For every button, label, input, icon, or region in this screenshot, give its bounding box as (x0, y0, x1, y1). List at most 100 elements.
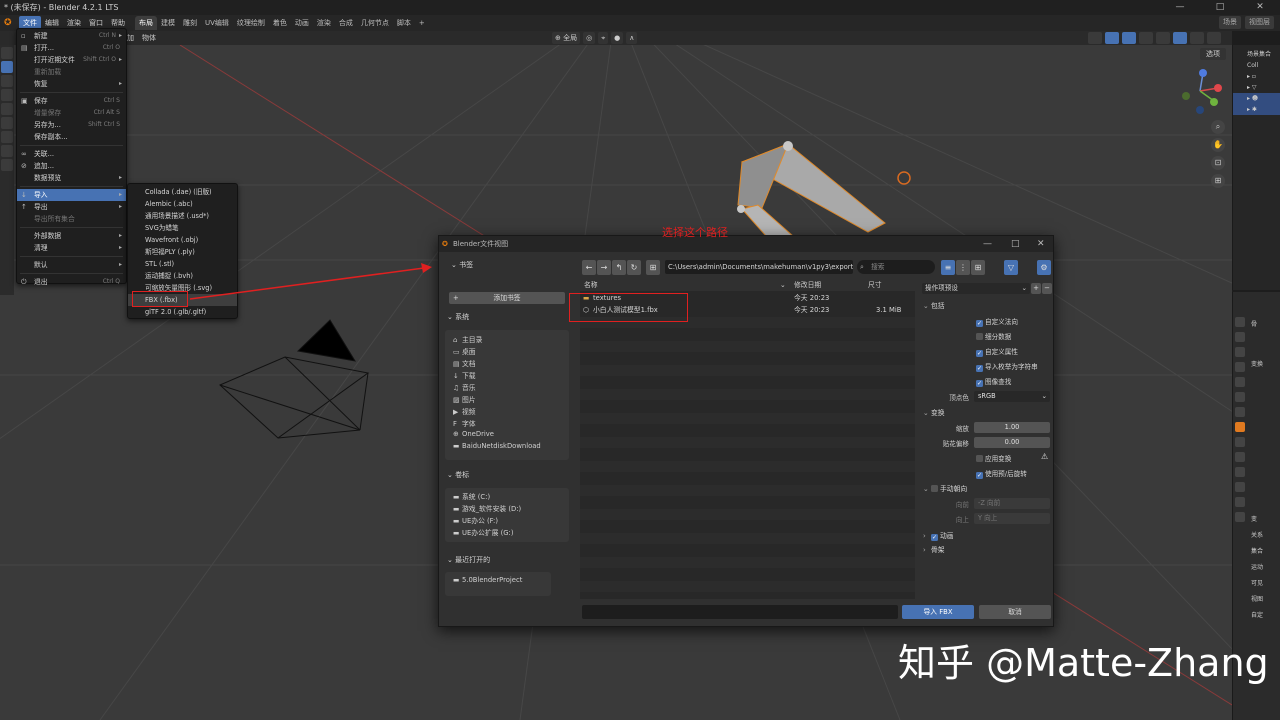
section-transform[interactable]: ⌄ 变换 (923, 407, 945, 417)
particles-tab-icon[interactable] (1235, 452, 1245, 462)
file-menu-item[interactable]: 清理 ▸ (17, 242, 126, 254)
data-tab-icon[interactable] (1235, 497, 1245, 507)
column-size[interactable]: 尺寸 (868, 279, 882, 291)
outliner-row-collection[interactable]: Coll (1233, 60, 1280, 71)
system-location-item[interactable]: ♫ 音乐 (453, 382, 476, 392)
horizontal-list-view-icon[interactable]: ⋮ (956, 260, 970, 275)
file-menu-item[interactable]: ▫ 新建 Ctrl N ▸ (17, 30, 126, 42)
scene-selector[interactable]: 场景 (1219, 16, 1241, 29)
decal-offset-field[interactable]: 0.00 (974, 437, 1050, 448)
workspace-tab-texture-paint[interactable]: 纹理绘制 (233, 16, 269, 30)
view-layer-tab-icon[interactable] (1235, 362, 1245, 372)
import-menu-item[interactable]: glTF 2.0 (.glb/.gltf) (128, 306, 237, 318)
section-manual-orientation[interactable]: ⌄ 手动朝向 (923, 483, 967, 493)
pan-hand-icon[interactable]: ✋ (1211, 138, 1225, 152)
outliner-row[interactable]: ▸ ▫ (1233, 71, 1280, 82)
recent-header[interactable]: ⌄ 最近打开的 (447, 555, 490, 565)
section-animation[interactable]: › ✓ 动画 (923, 530, 954, 541)
outliner-row[interactable]: ▸ ▽ (1233, 82, 1280, 93)
import-menu-item[interactable]: 运动捕捉 (.bvh) (128, 270, 237, 282)
render-tab-icon[interactable] (1235, 332, 1245, 342)
physics-tab-icon[interactable] (1235, 467, 1245, 477)
section-armature[interactable]: › 骨架 (923, 544, 945, 554)
falloff-icon[interactable]: ∧ (626, 32, 638, 44)
workspace-tab-uv-editing[interactable]: UV编辑 (201, 16, 233, 30)
remove-preset-button[interactable]: − (1042, 283, 1052, 294)
view-layer-selector[interactable]: 视图层 (1245, 16, 1274, 29)
workspace-tab-shading[interactable]: 着色 (269, 16, 291, 30)
new-folder-button[interactable]: ⊞ (646, 260, 660, 275)
constraints-tab-icon[interactable] (1235, 482, 1245, 492)
outliner-row-scene-collection[interactable]: 场景集合 (1233, 49, 1280, 60)
props-section-relations[interactable]: 关系 (1251, 530, 1263, 539)
include-checkbox[interactable]: ✓ 图像查找 (976, 376, 1011, 387)
props-section-transform[interactable]: 变换 (1251, 359, 1263, 368)
object-tab-icon[interactable] (1235, 422, 1245, 432)
workspace-tab-geometry-nodes[interactable]: 几何节点 (357, 16, 393, 30)
system-location-item[interactable]: F 字体 (453, 418, 476, 428)
pre-post-rotation-checkbox[interactable]: ✓ 使用预/后旋转 (976, 468, 1027, 479)
forward-button[interactable]: → (597, 260, 611, 275)
add-workspace-button[interactable]: + (415, 16, 429, 30)
filename-input[interactable] (582, 605, 898, 619)
file-menu-item[interactable]: ⏻ 退出 Ctrl Q (17, 276, 126, 288)
directory-path-input[interactable]: C:\Users\admin\Documents\makehuman\v1py3… (665, 260, 853, 274)
modifier-tab-icon[interactable] (1235, 437, 1245, 447)
tool-measure-icon[interactable] (1, 145, 13, 157)
workspace-tab-animation[interactable]: 动画 (291, 16, 313, 30)
file-menu-item[interactable]: 外部数据 ▸ (17, 230, 126, 242)
system-location-item[interactable]: ▨ 图片 (453, 394, 476, 404)
scale-field[interactable]: 1.00 (974, 422, 1050, 433)
file-menu-item[interactable]: ↓ 导入 ▸ (17, 189, 126, 201)
recent-item[interactable]: ▬ 5.0BlenderProject (453, 576, 522, 584)
add-bookmark-button[interactable]: + 添加书签 (449, 292, 565, 304)
refresh-button[interactable]: ↻ (627, 260, 641, 275)
rendered-shading-icon[interactable] (1207, 32, 1221, 44)
operator-preset-dropdown[interactable]: 操作项预设 ⌄ (922, 283, 1030, 294)
system-location-item[interactable]: ▶ 视频 (453, 406, 476, 416)
parent-dir-button[interactable]: ↰ (612, 260, 626, 275)
xray-icon[interactable] (1139, 32, 1153, 44)
transform-orientation-dropdown[interactable]: ⊕ 全局 (552, 32, 581, 44)
file-menu-item[interactable]: ⊘ 追加... (17, 160, 126, 172)
import-menu-item[interactable]: STL (.stl) (128, 258, 237, 270)
vertical-list-view-icon[interactable]: ≡ (941, 260, 955, 275)
import-menu-item[interactable]: 斯坦福PLY (.ply) (128, 246, 237, 258)
gizmo-icon[interactable] (1105, 32, 1119, 44)
column-date[interactable]: 修改日期 (794, 279, 821, 291)
workspace-tab-sculpting[interactable]: 雕刻 (179, 16, 201, 30)
tool-select-icon[interactable] (1, 47, 13, 59)
dialog-maximize-button[interactable]: □ (1011, 236, 1020, 252)
workspace-tab-scripting[interactable]: 脚本 (393, 16, 415, 30)
world-tab-icon[interactable] (1235, 392, 1245, 402)
outliner-row-selected[interactable]: ▸ ✱ (1233, 104, 1280, 115)
minimize-button[interactable]: — (1160, 0, 1200, 15)
system-location-item[interactable]: ⌂ 主目录 (453, 334, 482, 344)
navigation-gizmo[interactable] (1182, 69, 1222, 114)
props-section-collections[interactable]: 集合 (1251, 546, 1263, 555)
viewport-menu-object[interactable]: 物体 (138, 33, 160, 43)
tool-move-icon[interactable] (1, 75, 13, 87)
back-button[interactable]: ← (582, 260, 596, 275)
props-section-visibility[interactable]: 可见 (1251, 578, 1263, 587)
include-checkbox[interactable]: ✓ 导入枚举为字符串 (976, 361, 1038, 372)
texture-tab-icon[interactable] (1235, 512, 1245, 522)
snap-icon[interactable]: ⌖ (598, 32, 609, 44)
settings-gear-icon[interactable]: ⚙ (1037, 260, 1051, 275)
maximize-button[interactable]: □ (1200, 0, 1240, 15)
system-location-item[interactable]: ▤ 文档 (453, 358, 476, 368)
output-tab-icon[interactable] (1235, 347, 1245, 357)
file-menu-item[interactable]: 另存为... Shift Ctrl S (17, 119, 126, 131)
file-menu-item[interactable]: 恢复 ▸ (17, 78, 126, 90)
include-checkbox[interactable]: 细分数据 (976, 331, 1011, 341)
volume-item[interactable]: ▬ UE办公扩展 (G:) (453, 527, 513, 537)
cancel-button[interactable]: 取消 (979, 605, 1051, 619)
bookmarks-header[interactable]: ⌄ 书签 (451, 260, 473, 270)
options-dropdown[interactable]: 选项 (1200, 48, 1226, 60)
import-fbx-button[interactable]: 导入 FBX (902, 605, 974, 619)
add-preset-button[interactable]: + (1031, 283, 1041, 294)
import-menu-item[interactable]: Wavefront (.obj) (128, 234, 237, 246)
file-menu-item[interactable]: 默认 ▸ (17, 259, 126, 271)
file-menu-item[interactable]: ▤ 打开... Ctrl O (17, 42, 126, 54)
system-header[interactable]: ⌄ 系统 (447, 312, 469, 322)
